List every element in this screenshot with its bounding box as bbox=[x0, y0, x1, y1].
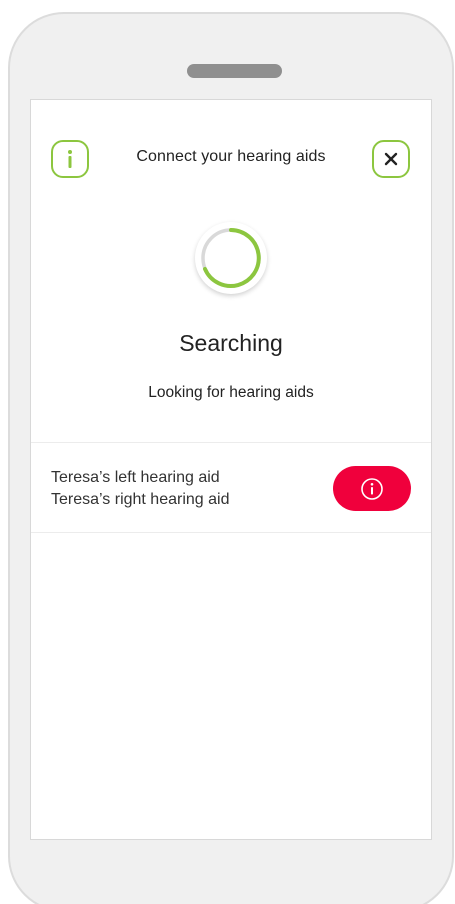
loading-spinner bbox=[195, 222, 267, 294]
header: Connect your hearing aids bbox=[31, 100, 431, 218]
device-info-button[interactable] bbox=[333, 466, 411, 511]
device-list-item: Teresa’s left hearing aid Teresa’s right… bbox=[31, 443, 431, 532]
device-name-left: Teresa’s left hearing aid bbox=[51, 469, 220, 486]
status-title: Searching bbox=[179, 330, 283, 356]
device-names: Teresa’s left hearing aid Teresa’s right… bbox=[51, 467, 229, 511]
divider bbox=[31, 532, 431, 533]
close-icon bbox=[384, 152, 398, 166]
status-subtitle: Looking for hearing aids bbox=[148, 384, 314, 401]
app-screen: Connect your hearing aids Searching Look… bbox=[30, 99, 432, 840]
loading-spinner-icon bbox=[201, 228, 261, 288]
phone-speaker bbox=[187, 64, 282, 78]
info-icon bbox=[361, 477, 383, 500]
close-button[interactable] bbox=[372, 140, 410, 178]
page-title: Connect your hearing aids bbox=[136, 148, 326, 165]
device-name-right: Teresa’s right hearing aid bbox=[51, 491, 230, 508]
